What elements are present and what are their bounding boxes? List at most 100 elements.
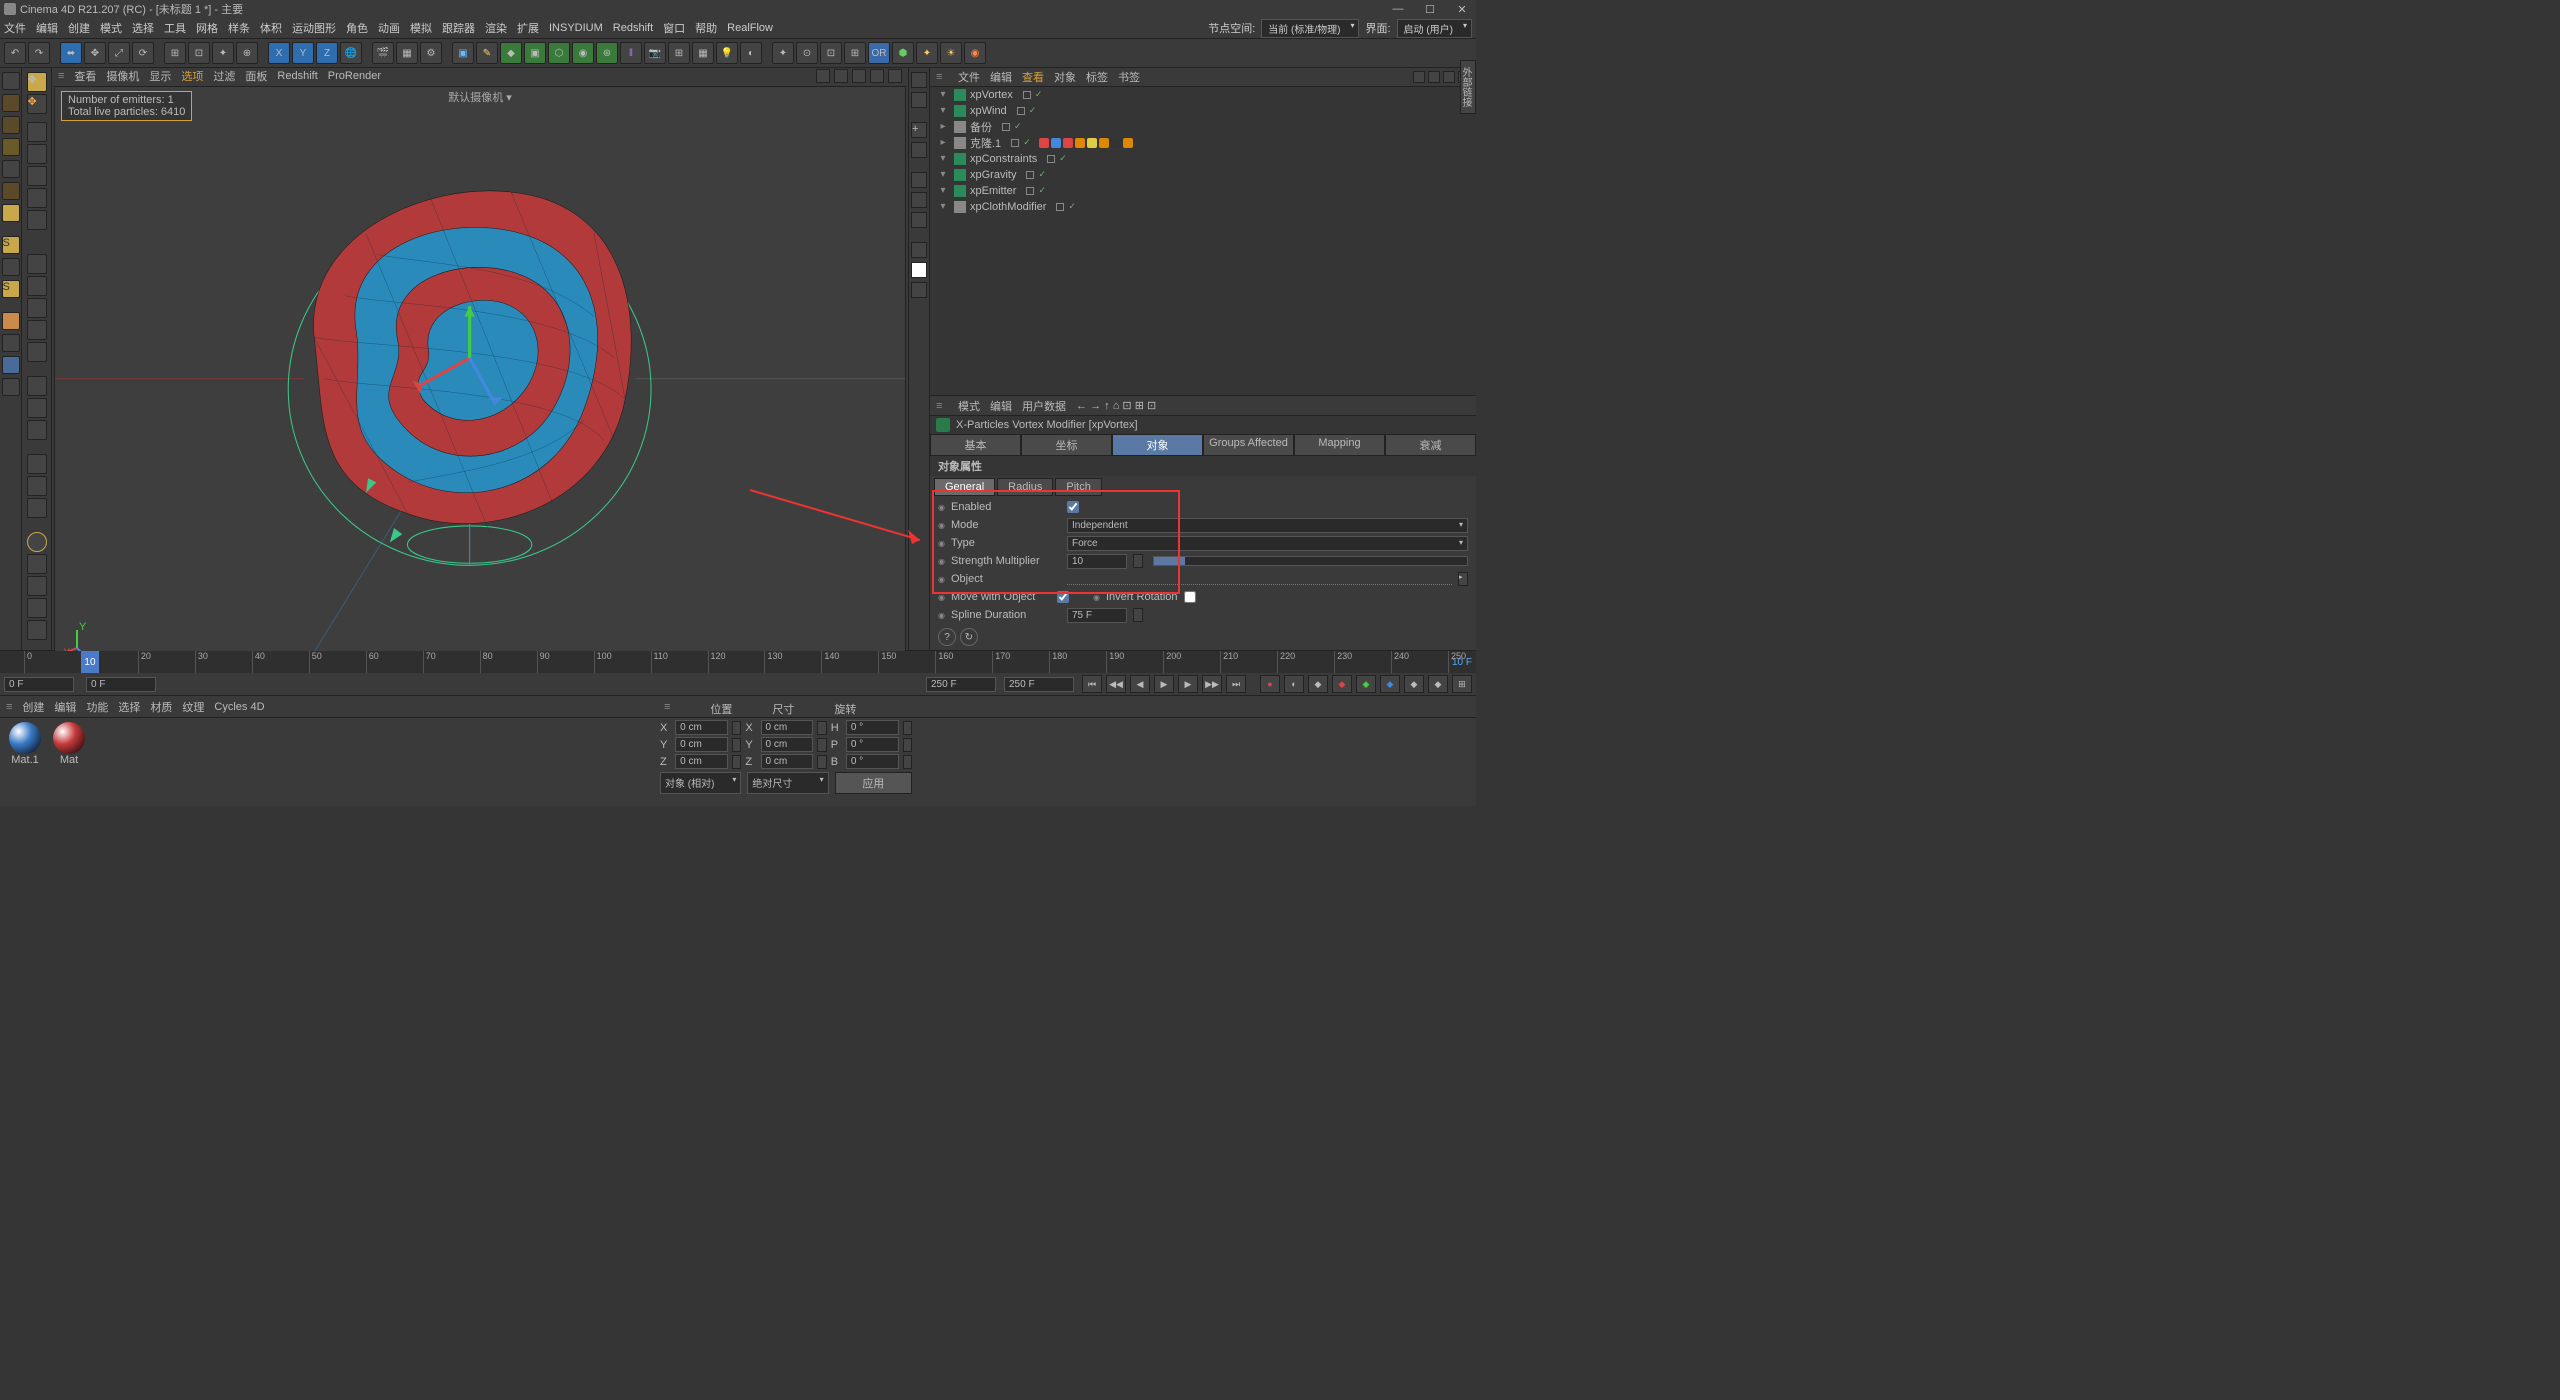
tool-button[interactable]: ⊕ (236, 42, 258, 64)
attr-subtab[interactable]: Pitch (1055, 478, 1101, 496)
menu-item[interactable]: 文件 (4, 20, 26, 36)
palette-button[interactable] (27, 532, 47, 552)
close-button[interactable]: ✕ (1452, 3, 1472, 16)
xp-button[interactable]: ⊙ (796, 42, 818, 64)
palette-button[interactable] (27, 210, 47, 230)
mat-menu[interactable]: 纹理 (182, 699, 204, 715)
strength-field[interactable]: 10 (1067, 554, 1127, 569)
key-button[interactable]: ◆ (1308, 675, 1328, 693)
menu-item[interactable]: RealFlow (727, 22, 773, 34)
menu-item[interactable]: Redshift (613, 22, 653, 34)
scale-tool[interactable]: ⤢ (108, 42, 130, 64)
view-menu-item[interactable]: ProRender (328, 70, 381, 82)
render-settings-button[interactable]: ⚙ (420, 42, 442, 64)
light-button[interactable]: 💡 (716, 42, 738, 64)
mograph-button[interactable]: ⊛ (596, 42, 618, 64)
object-manager[interactable]: ▾xpVortex✓▾xpWind✓▸备份✓▸克隆.1✓▾xpConstrain… (930, 87, 1476, 395)
coord-size-dropdown[interactable]: 绝对尺寸 (747, 772, 828, 794)
axis-y-button[interactable]: Y (292, 42, 314, 64)
obj-menu[interactable]: 编辑 (990, 69, 1012, 85)
mid-button[interactable] (911, 282, 927, 298)
viewport-nav-button[interactable] (834, 69, 848, 83)
range-start-field[interactable]: 0 F (4, 677, 74, 692)
mid-button[interactable] (911, 192, 927, 208)
type-dropdown[interactable]: Force (1067, 536, 1468, 551)
menu-item[interactable]: 选择 (132, 20, 154, 36)
apply-button[interactable]: 应用 (835, 772, 912, 794)
viewport-nav-button[interactable] (852, 69, 866, 83)
attr-subtab[interactable]: Radius (997, 478, 1053, 496)
record-button[interactable]: ● (1260, 675, 1280, 693)
xp-button[interactable]: ◉ (964, 42, 986, 64)
obj-menu[interactable]: 书签 (1118, 69, 1140, 85)
layout-dropdown[interactable]: 启动 (用户) (1397, 19, 1472, 38)
generator-button[interactable]: ⬡ (548, 42, 570, 64)
nav-button[interactable]: ⌂ (1113, 400, 1120, 412)
palette-button[interactable] (27, 376, 47, 396)
attr-menu[interactable]: 模式 (958, 398, 980, 414)
palette-button[interactable] (27, 254, 47, 274)
next-key-button[interactable]: ▶▶ (1202, 675, 1222, 693)
camera-button[interactable]: 📷 (644, 42, 666, 64)
viewport-nav-button[interactable] (816, 69, 830, 83)
attr-tab[interactable]: 坐标 (1021, 434, 1112, 456)
help-button[interactable]: ? (938, 628, 956, 646)
menu-item[interactable]: 样条 (228, 20, 250, 36)
mid-button[interactable]: + (911, 122, 927, 138)
key-button[interactable]: ◆ (1380, 675, 1400, 693)
menu-item[interactable]: 扩展 (517, 20, 539, 36)
mat-menu[interactable]: 选择 (118, 699, 140, 715)
palette-button[interactable] (27, 320, 47, 340)
panel-button[interactable] (1413, 71, 1425, 83)
menu-item[interactable]: 编辑 (36, 20, 58, 36)
attr-tab[interactable]: Mapping (1294, 434, 1385, 456)
tool-button[interactable]: ⊡ (188, 42, 210, 64)
world-button[interactable]: 🌐 (340, 42, 362, 64)
palette-button[interactable] (2, 160, 20, 178)
tool-button[interactable]: ◐ (740, 42, 762, 64)
view-menu-item[interactable]: 面板 (245, 68, 267, 84)
nav-button[interactable]: ⊡ (1122, 400, 1131, 412)
menu-item[interactable]: 帮助 (695, 20, 717, 36)
spline-field[interactable]: 75 F (1067, 608, 1127, 623)
palette-button[interactable] (27, 276, 47, 296)
palette-button[interactable] (2, 334, 20, 352)
reset-button[interactable]: ↻ (960, 628, 978, 646)
material-item[interactable]: Mat.1 (6, 722, 44, 802)
axis-z-button[interactable]: Z (316, 42, 338, 64)
goto-end-button[interactable]: ⏭ (1226, 675, 1246, 693)
view-menu-item[interactable]: 查看 (74, 68, 96, 84)
view-menu-item[interactable]: 摄像机 (106, 68, 139, 84)
palette-button[interactable] (2, 378, 20, 396)
nav-back[interactable]: ← (1076, 400, 1087, 412)
coord-mode-dropdown[interactable]: 对象 (相对) (660, 772, 741, 794)
palette-button[interactable] (27, 122, 47, 142)
xp-button[interactable]: OR (868, 42, 890, 64)
mid-button[interactable] (911, 92, 927, 108)
key-button[interactable]: ◆ (1332, 675, 1352, 693)
move-tool[interactable]: ✥ (84, 42, 106, 64)
view-menu-item[interactable]: 过滤 (213, 68, 235, 84)
prev-frame-button[interactable]: ◀ (1130, 675, 1150, 693)
prev-key-button[interactable]: ◀◀ (1106, 675, 1126, 693)
invert-checkbox[interactable] (1184, 591, 1196, 603)
object-row[interactable]: ▸克隆.1✓ (930, 135, 1476, 151)
palette-button[interactable] (27, 598, 47, 618)
render-button[interactable]: 🎬 (372, 42, 394, 64)
palette-button[interactable] (2, 94, 20, 112)
attr-tab[interactable]: Groups Affected (1203, 434, 1294, 456)
max-button[interactable]: ☐ (1420, 3, 1440, 16)
object-linkbox[interactable] (1067, 573, 1452, 585)
palette-button[interactable] (27, 398, 47, 418)
palette-button[interactable] (27, 454, 47, 474)
mid-button[interactable] (911, 212, 927, 228)
attr-menu[interactable]: 编辑 (990, 398, 1012, 414)
attr-tab[interactable]: 衰减 (1385, 434, 1476, 456)
redo-button[interactable]: ↷ (28, 42, 50, 64)
viewport-nav-button[interactable] (870, 69, 884, 83)
palette-button[interactable]: S (2, 236, 20, 254)
palette-button[interactable] (2, 72, 20, 90)
panel-button[interactable] (1428, 71, 1440, 83)
object-row[interactable]: ▾xpWind✓ (930, 103, 1476, 119)
palette-button[interactable] (2, 182, 20, 200)
